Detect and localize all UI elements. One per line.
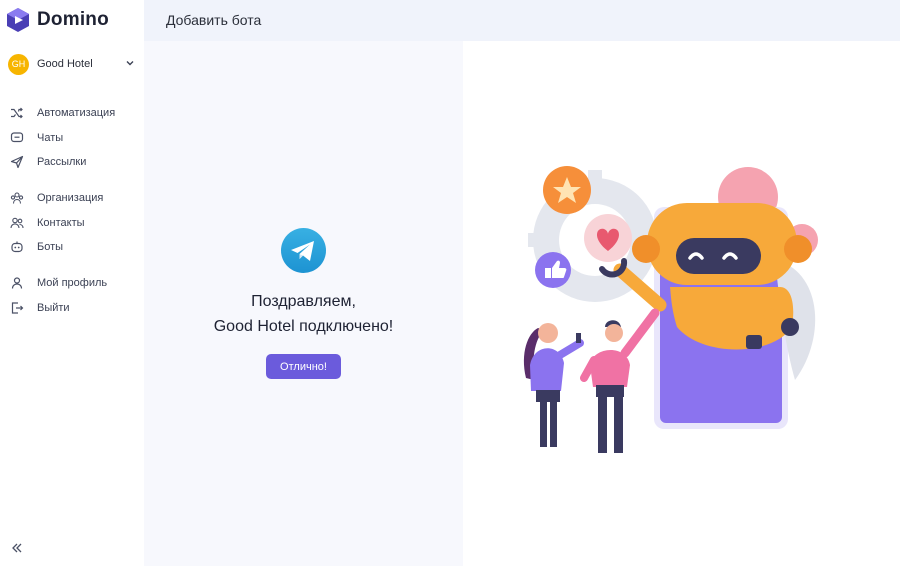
domino-logo-icon	[7, 8, 29, 32]
app-name: Domino	[37, 9, 109, 30]
sidebar: Domino GH Good Hotel Автоматизация Чаты …	[0, 0, 144, 566]
nav-label-profile: Мой профиль	[37, 277, 108, 289]
nav-item-bots[interactable]: Боты	[10, 239, 63, 255]
org-name: Good Hotel	[37, 58, 93, 70]
nav-label-bots: Боты	[37, 241, 64, 253]
congrats-title: Поздравляем,	[251, 293, 356, 310]
page-header: Добавить бота	[144, 0, 900, 41]
nav-item-organization[interactable]: Организация	[10, 190, 103, 206]
chevron-down-icon	[126, 61, 134, 66]
bot-icon	[10, 240, 24, 254]
contacts-icon	[10, 216, 24, 230]
nav-label-contacts: Контакты	[37, 217, 85, 229]
man-figure	[580, 308, 660, 453]
chat-icon	[10, 131, 24, 145]
org-avatar: GH	[8, 53, 29, 75]
collapse-sidebar-icon[interactable]	[10, 541, 24, 555]
app-logo[interactable]: Domino	[7, 8, 109, 32]
ok-button[interactable]: Отлично!	[266, 354, 341, 379]
nav-item-chats[interactable]: Чаты	[10, 130, 63, 146]
nav-item-automation[interactable]: Автоматизация	[10, 105, 115, 121]
shuffle-icon	[10, 106, 24, 120]
nav-label-organization: Организация	[37, 192, 104, 204]
send-icon	[10, 155, 24, 169]
organization-icon	[10, 191, 24, 205]
nav-item-logout[interactable]: Выйти	[10, 300, 70, 316]
nav-item-contacts[interactable]: Контакты	[10, 215, 85, 231]
nav-label-chats: Чаты	[37, 132, 64, 144]
nav-item-profile[interactable]: Мой профиль	[10, 275, 107, 291]
user-icon	[10, 276, 24, 290]
success-panel: Поздравляем, Good Hotel подключено! Отли…	[144, 41, 463, 566]
robot-illustration	[523, 166, 818, 453]
nav-item-mailings[interactable]: Рассылки	[10, 154, 86, 170]
logout-icon	[10, 301, 24, 315]
congrats-subtitle: Good Hotel подключено!	[213, 318, 394, 335]
nav-label-automation: Автоматизация	[37, 107, 116, 119]
page-title: Добавить бота	[166, 12, 262, 28]
telegram-icon	[281, 228, 326, 273]
org-switcher[interactable]: GH Good Hotel	[8, 53, 136, 75]
woman-figure	[523, 323, 584, 447]
nav-label-logout: Выйти	[37, 302, 70, 314]
nav-label-mailings: Рассылки	[37, 156, 87, 168]
